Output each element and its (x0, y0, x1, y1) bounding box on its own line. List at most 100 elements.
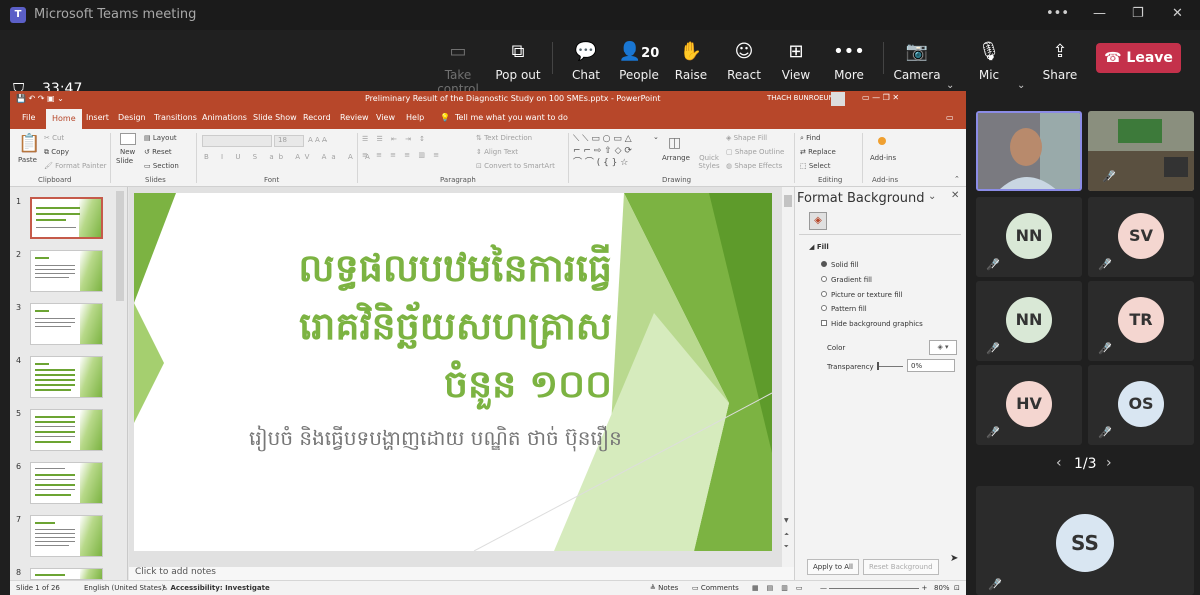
apply-to-all-button[interactable]: Apply to All (807, 559, 859, 575)
pane-options-chevron-icon[interactable]: ⌄ (928, 191, 936, 202)
shape-effects-button[interactable]: ◍ Shape Effects (726, 162, 782, 170)
room-video-tile[interactable]: 🎤̸ (1088, 111, 1194, 191)
current-slide[interactable]: លទ្ធផលបឋមនៃការធ្វើ រោគវិនិច្ឆ័យសហគ្រាស ច… (134, 193, 772, 551)
notes-toggle[interactable]: ≜ Notes (650, 584, 678, 592)
tab-file[interactable]: File (22, 113, 35, 122)
scrollbar-thumb[interactable] (784, 195, 792, 207)
minimize-button[interactable]: — (1093, 6, 1106, 21)
mic-button[interactable]: 🎙 Mic (957, 40, 1021, 82)
select-button[interactable]: ⬚ Select (800, 162, 830, 170)
font-style-buttons[interactable]: B I U S ab AV Aa A A (204, 153, 375, 161)
new-slide-label[interactable]: New (120, 148, 135, 156)
cut-button[interactable]: ✂ Cut (44, 134, 64, 142)
tab-transitions[interactable]: Transitions (154, 113, 197, 122)
fit-to-window-icon[interactable]: ⊡ (954, 584, 960, 592)
zoom-slider[interactable]: — + (820, 584, 927, 592)
arrange-button[interactable]: Arrange (662, 154, 690, 162)
tab-view[interactable]: View (376, 113, 395, 122)
arrange-icon[interactable]: ◫ (668, 135, 681, 151)
color-picker-button[interactable]: ◈ ▾ (929, 340, 957, 355)
transparency-input[interactable]: 0% (907, 359, 955, 372)
participant-tile[interactable]: NN 🎤̸ (976, 281, 1082, 361)
view-mode-buttons[interactable]: ▦▤▥▭ (752, 584, 810, 592)
mic-options-chevron-icon[interactable]: ⌄ (1017, 80, 1025, 91)
camera-button[interactable]: 📷 Camera (885, 40, 949, 82)
fill-section-header[interactable]: ◢ Fill (809, 243, 829, 251)
scroll-down-icon[interactable]: ▼ (784, 517, 789, 524)
comments-icon[interactable]: ▭ (946, 113, 954, 122)
reset-button[interactable]: ↺ Reset (144, 148, 172, 156)
find-button[interactable]: ⌕ Find (800, 134, 821, 143)
layout-button[interactable]: ▤ Layout (144, 134, 177, 142)
new-slide-icon[interactable] (120, 133, 136, 145)
shape-fill-button[interactable]: ◈ Shape Fill (726, 134, 767, 142)
restore-button[interactable]: ❐ (1132, 6, 1144, 21)
slide-thumbnail[interactable] (30, 197, 103, 239)
leave-button[interactable]: ☎ Leave (1096, 43, 1181, 73)
accessibility-checker[interactable]: ♿ Accessibility: Investigate (162, 584, 270, 592)
align-text-button[interactable]: ⇕ Align Text (476, 148, 518, 156)
notes-placeholder[interactable]: Click to add notes (135, 567, 216, 577)
more-button[interactable]: ••• More (817, 40, 881, 82)
solid-fill-radio[interactable]: Solid fill (821, 261, 859, 269)
close-window-button[interactable]: ✕ (1172, 6, 1183, 21)
tell-me-search[interactable]: Tell me what you want to do (455, 113, 568, 122)
transparency-slider[interactable] (877, 366, 903, 367)
tab-design[interactable]: Design (118, 113, 146, 122)
participant-video-tile[interactable] (976, 111, 1082, 191)
add-ins-icon[interactable] (878, 137, 886, 145)
picture-texture-fill-radio[interactable]: Picture or texture fill (821, 291, 903, 299)
reset-background-button[interactable]: Reset Background (863, 559, 939, 575)
previous-slide-icon[interactable]: ⏶ (784, 531, 789, 539)
tab-insert[interactable]: Insert (86, 113, 109, 122)
list-buttons[interactable]: ☰ ☰ ⇤ ⇥ ↕ (362, 135, 428, 143)
take-control-button[interactable]: ▭ Take control (426, 40, 490, 96)
participant-tile[interactable]: OS 🎤̸ (1088, 365, 1194, 445)
next-slide-icon[interactable]: ⏷ (784, 543, 789, 551)
tab-help[interactable]: Help (406, 113, 424, 122)
participant-tile[interactable]: NN 🎤̸ (976, 197, 1082, 277)
next-page-icon[interactable]: › (1106, 455, 1112, 471)
format-painter-button[interactable]: 🖌 Format Painter (44, 162, 107, 170)
slide-thumbnail[interactable] (30, 250, 103, 292)
comments-toggle[interactable]: ▭ Comments (692, 584, 739, 592)
font-size-select[interactable]: 18 (274, 135, 304, 147)
text-direction-button[interactable]: ⇅ Text Direction (476, 134, 532, 142)
copy-button[interactable]: ⧉ Copy (44, 148, 69, 157)
slide-thumbnail[interactable] (30, 303, 103, 345)
collapse-ribbon-icon[interactable]: ⌃ (954, 175, 960, 183)
tab-review[interactable]: Review (340, 113, 369, 122)
slide-thumbnail[interactable] (30, 568, 103, 580)
quick-styles-button[interactable]: Quick Styles (694, 154, 724, 170)
more-options-icon[interactable]: ••• (1046, 6, 1069, 21)
tab-home[interactable]: Home (46, 109, 82, 129)
notes-pane[interactable]: Click to add notes (129, 567, 794, 580)
participant-tile[interactable]: TR 🎤̸ (1088, 281, 1194, 361)
new-slide-label-2[interactable]: Slide (116, 157, 133, 165)
tab-record[interactable]: Record (303, 113, 331, 122)
user-avatar[interactable] (831, 92, 845, 106)
participant-tile[interactable]: HV 🎤̸ (976, 365, 1082, 445)
zoom-level[interactable]: 80% (934, 584, 950, 592)
font-size-buttons[interactable]: A A A̶ (308, 136, 327, 144)
share-button[interactable]: ⇪ Share (1028, 40, 1092, 82)
close-pane-icon[interactable]: ✕ (951, 190, 959, 201)
language-indicator[interactable]: English (United States) (84, 584, 164, 592)
pop-out-button[interactable]: ⧉ Pop out (486, 40, 550, 82)
participant-tile-large[interactable]: SS 🎤̸ (976, 486, 1194, 595)
slide-thumbnail[interactable] (30, 515, 103, 557)
tab-animations[interactable]: Animations (202, 113, 247, 122)
slide-thumbnail[interactable] (30, 462, 103, 504)
add-ins-button[interactable]: Add-ins (870, 154, 896, 162)
tab-slide-show[interactable]: Slide Show (253, 113, 297, 122)
transparency-slider-handle[interactable] (877, 362, 879, 370)
shapes-gallery[interactable]: ⟍ ⟍ ▭ ○ ▭ △ ⌐ ⌐ ⇨ ⇧ ◇ ⟳ ⌒ ⌒ ( { } ☆ (573, 133, 653, 169)
paste-icon[interactable]: 📋 (18, 133, 40, 154)
gradient-fill-radio[interactable]: Gradient fill (821, 276, 872, 284)
slide-vertical-scrollbar[interactable]: ▼ ⏶ ⏷ (782, 187, 794, 567)
pattern-fill-radio[interactable]: Pattern fill (821, 305, 867, 313)
convert-smartart-button[interactable]: ⊡ Convert to SmartArt (476, 162, 555, 170)
shapes-more-chevron-icon[interactable]: ⌄ (653, 133, 659, 141)
font-family-select[interactable] (202, 135, 272, 147)
participant-tile[interactable]: SV 🎤̸ (1088, 197, 1194, 277)
